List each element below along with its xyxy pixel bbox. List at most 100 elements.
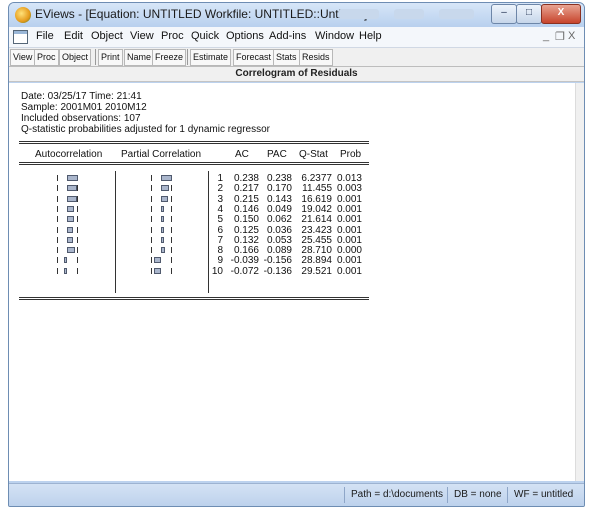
prob-value: 0.001 xyxy=(336,214,362,225)
pac-confidence-bound-mark xyxy=(151,185,152,191)
stats-button[interactable]: Stats xyxy=(273,49,300,66)
pac-bar xyxy=(154,268,161,274)
estimate-button[interactable]: Estimate xyxy=(190,49,232,66)
pac-bar xyxy=(154,257,161,263)
pac-confidence-bound-mark xyxy=(151,237,152,243)
print-button[interactable]: Print xyxy=(98,49,123,66)
mdi-minimize-button[interactable]: _ xyxy=(543,30,549,42)
pac-confidence-bound-mark xyxy=(151,257,152,263)
pac-confidence-bound-mark xyxy=(151,247,152,253)
menu-help[interactable]: Help xyxy=(359,30,382,42)
column-divider xyxy=(115,171,116,293)
view-title: Correlogram of Residuals xyxy=(9,67,584,82)
toolbar-separator xyxy=(95,49,96,65)
ac-bar xyxy=(64,268,67,274)
ac-confidence-bound-mark xyxy=(77,216,78,222)
pac-confidence-bound-mark xyxy=(151,206,152,212)
ac-confidence-bound-mark xyxy=(57,247,58,253)
freeze-button[interactable]: Freeze xyxy=(152,49,187,66)
table-bottom-rule xyxy=(19,297,369,300)
menu-view[interactable]: View xyxy=(130,30,154,42)
ac-bar xyxy=(67,196,77,202)
prob-header: Prob xyxy=(340,149,362,160)
pac-confidence-bound-mark xyxy=(151,216,152,222)
view-button[interactable]: View xyxy=(10,49,36,66)
ac-confidence-bound-mark xyxy=(57,268,58,274)
ac-confidence-bound-mark xyxy=(77,237,78,243)
menu-edit[interactable]: Edit xyxy=(64,30,83,42)
ac-confidence-bound-mark xyxy=(57,257,58,263)
partial-correlation-header: Partial Correlation xyxy=(121,149,202,160)
ac-bar xyxy=(67,216,74,222)
menu-options[interactable]: Options xyxy=(226,30,264,42)
document-icon[interactable] xyxy=(13,30,28,44)
ac-header: AC xyxy=(235,149,249,160)
pac-confidence-bound-mark xyxy=(151,196,152,202)
pac-header: PAC xyxy=(267,149,287,160)
status-workfile: WF = untitled xyxy=(507,487,584,503)
pac-confidence-bound-mark xyxy=(151,268,152,274)
blurred-region xyxy=(339,9,379,19)
pac-confidence-bound-mark xyxy=(151,175,152,181)
eviews-window: EViews - [Equation: UNTITLED Workfile: U… xyxy=(8,2,585,507)
status-path: Path = d:\documents xyxy=(344,487,443,503)
menu-quick[interactable]: Quick xyxy=(191,30,219,42)
object-toolbar: View Proc Object Print Name Freeze Estim… xyxy=(9,48,584,67)
status-bar: Path = d:\documents DB = none WF = untit… xyxy=(9,483,584,506)
ac-confidence-bound-mark xyxy=(77,206,78,212)
ac-confidence-bound-mark xyxy=(77,185,78,191)
ac-bar xyxy=(67,237,73,243)
ac-bar xyxy=(67,206,74,212)
table-top-rule xyxy=(19,141,369,144)
forecast-button[interactable]: Forecast xyxy=(233,49,275,66)
qstat-header: Q-Stat xyxy=(299,149,328,160)
menu-bar: File Edit Object View Proc Quick Options… xyxy=(9,27,584,48)
ac-confidence-bound-mark xyxy=(57,175,58,181)
menu-window[interactable]: Window xyxy=(315,30,354,42)
sample-line: Sample: 2001M01 2010M12 xyxy=(21,102,147,113)
ac-confidence-bound-mark xyxy=(57,206,58,212)
mdi-restore-button[interactable]: ❐ xyxy=(555,30,565,43)
ac-confidence-bound-mark xyxy=(77,227,78,233)
ac-confidence-bound-mark xyxy=(57,237,58,243)
title-bar[interactable]: EViews - [Equation: UNTITLED Workfile: U… xyxy=(9,3,584,27)
window-title: EViews - [Equation: UNTITLED Workfile: U… xyxy=(35,7,368,21)
ac-confidence-bound-mark xyxy=(57,196,58,202)
status-db: DB = none xyxy=(447,487,506,503)
minimize-button[interactable]: – xyxy=(491,4,517,24)
menu-file[interactable]: File xyxy=(36,30,54,42)
ac-confidence-bound-mark xyxy=(77,257,78,263)
ac-bar xyxy=(67,175,78,181)
ac-confidence-bound-mark xyxy=(77,247,78,253)
mdi-close-button[interactable]: X xyxy=(568,30,575,42)
object-button[interactable]: Object xyxy=(59,49,92,66)
close-button[interactable]: X xyxy=(541,4,581,24)
proc-button[interactable]: Proc xyxy=(34,49,59,66)
qstat-note: Q-statistic probabilities adjusted for 1… xyxy=(21,124,270,135)
ac-confidence-bound-mark xyxy=(57,216,58,222)
ac-bar xyxy=(67,227,73,233)
ac-bar xyxy=(67,185,77,191)
ac-confidence-bound-mark xyxy=(57,227,58,233)
vertical-scrollbar[interactable] xyxy=(575,83,584,481)
prob-value: 0.001 xyxy=(336,255,362,266)
menu-object[interactable]: Object xyxy=(91,30,123,42)
prob-value: 0.001 xyxy=(336,266,362,277)
resids-button[interactable]: Resids xyxy=(299,49,333,66)
maximize-button[interactable]: □ xyxy=(516,4,542,24)
blurred-region xyxy=(439,9,474,19)
ac-confidence-bound-mark xyxy=(77,268,78,274)
prob-value: 0.003 xyxy=(336,183,362,194)
observations-line: Included observations: 107 xyxy=(21,113,141,124)
toolbar-separator xyxy=(187,49,188,65)
ac-confidence-bound-mark xyxy=(77,196,78,202)
ac-bar xyxy=(64,257,67,263)
blurred-region xyxy=(394,9,424,19)
menu-add-ins[interactable]: Add-ins xyxy=(269,30,306,42)
menu-proc[interactable]: Proc xyxy=(161,30,184,42)
table-header-rule xyxy=(19,162,369,165)
name-button[interactable]: Name xyxy=(124,49,155,66)
ac-bar xyxy=(67,247,75,253)
pac-confidence-bound-mark xyxy=(151,227,152,233)
ac-confidence-bound-mark xyxy=(57,185,58,191)
